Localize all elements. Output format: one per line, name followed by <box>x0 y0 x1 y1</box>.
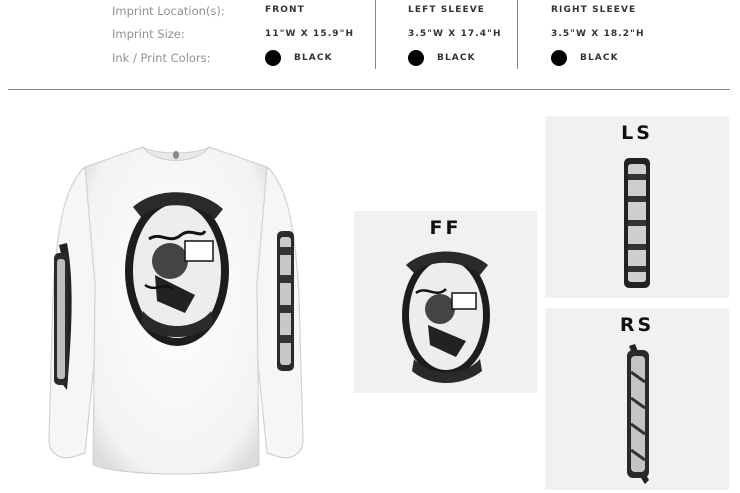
column-divider <box>517 0 518 69</box>
size-left-sleeve: 3.5"W X 17.4"H <box>408 29 502 39</box>
ink-left-sleeve: BLACK <box>437 53 476 63</box>
left-sleeve-print-panel: LS <box>545 116 729 298</box>
size-right-sleeve: 3.5"W X 18.2"H <box>551 29 645 39</box>
location-left-sleeve: LEFT SLEEVE <box>408 5 486 15</box>
location-front: FRONT <box>265 5 305 15</box>
column-divider <box>375 0 376 69</box>
imprint-location-label: Imprint Location(s): <box>112 4 225 18</box>
right-sleeve-panel-title: RS <box>619 314 655 336</box>
long-sleeve-shirt-mockup <box>48 146 304 475</box>
front-print-artwork <box>402 251 490 383</box>
front-print-artwork <box>125 192 229 346</box>
front-print-panel: FF <box>354 211 537 393</box>
ink-right-sleeve: BLACK <box>580 53 619 63</box>
ink-swatch-icon <box>265 50 281 66</box>
section-divider <box>8 89 730 90</box>
left-sleeve-print-artwork <box>624 158 650 288</box>
imprint-size-label: Imprint Size: <box>112 27 185 41</box>
ink-colors-label: Ink / Print Colors: <box>112 51 211 65</box>
ink-swatch-icon <box>551 50 567 66</box>
right-sleeve-print-artwork <box>627 344 649 484</box>
size-front: 11"W X 15.9"H <box>265 29 355 39</box>
location-right-sleeve: RIGHT SLEEVE <box>551 5 637 15</box>
right-sleeve-print-panel: RS <box>545 308 729 490</box>
ink-swatch-icon <box>408 50 424 66</box>
ink-front: BLACK <box>294 53 333 63</box>
imprint-spec-table: Imprint Location(s): Imprint Size: Ink /… <box>0 0 740 72</box>
right-sleeve-print-artwork <box>277 231 294 371</box>
front-panel-title: FF <box>429 217 462 239</box>
left-sleeve-panel-title: LS <box>621 122 653 144</box>
